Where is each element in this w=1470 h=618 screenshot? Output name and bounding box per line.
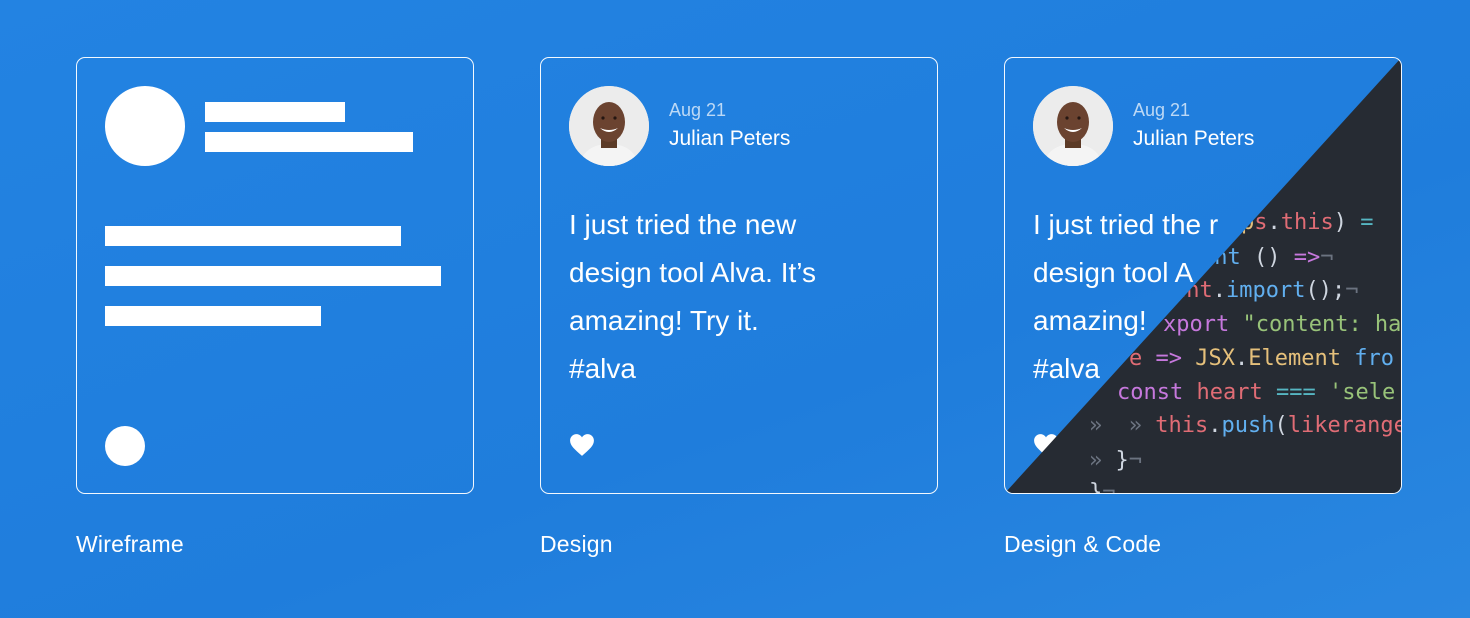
design-card: Aug 21 Julian Peters I just tried the ne… [540, 57, 938, 494]
wireframe-like-placeholder [105, 426, 145, 466]
code-line: » }¬ [1089, 448, 1142, 473]
code-line: » » this.push(likerange [1089, 413, 1402, 438]
wireframe-card [76, 57, 474, 494]
avatar [1033, 86, 1113, 166]
post-date: Aug 21 [1133, 100, 1191, 120]
post-text: I just tried the new design tool Alva. I… [569, 209, 816, 384]
wireframe-text-line [105, 306, 321, 326]
author-name[interactable]: Julian Peters [1133, 127, 1254, 151]
wireframe-text-line [105, 266, 441, 286]
design-caption: Design [540, 531, 613, 557]
post-date: Aug 21 [669, 100, 727, 120]
wireframe-date-placeholder [205, 102, 345, 122]
code-line: ent.import();¬ [1173, 278, 1359, 303]
avatar [569, 86, 649, 166]
code-line: ps.this) = [1241, 210, 1374, 235]
design-code-card: Aug 21 Julian Peters I just tried the r … [1004, 57, 1402, 494]
design-code-caption: Design & Code [1004, 531, 1162, 557]
code-line: xport "content: ha [1163, 312, 1402, 337]
wireframe-caption: Wireframe [76, 531, 184, 557]
code-line: const heart === 'sele [1117, 380, 1396, 405]
code-line: e => JSX.Element fro [1129, 346, 1394, 371]
code-line: }¬ [1089, 480, 1116, 494]
wireframe-name-placeholder [205, 132, 413, 152]
wireframe-text-line [105, 226, 401, 246]
author-name[interactable]: Julian Peters [669, 127, 790, 151]
wireframe-avatar-placeholder [105, 86, 185, 166]
heart-icon[interactable] [569, 433, 595, 457]
